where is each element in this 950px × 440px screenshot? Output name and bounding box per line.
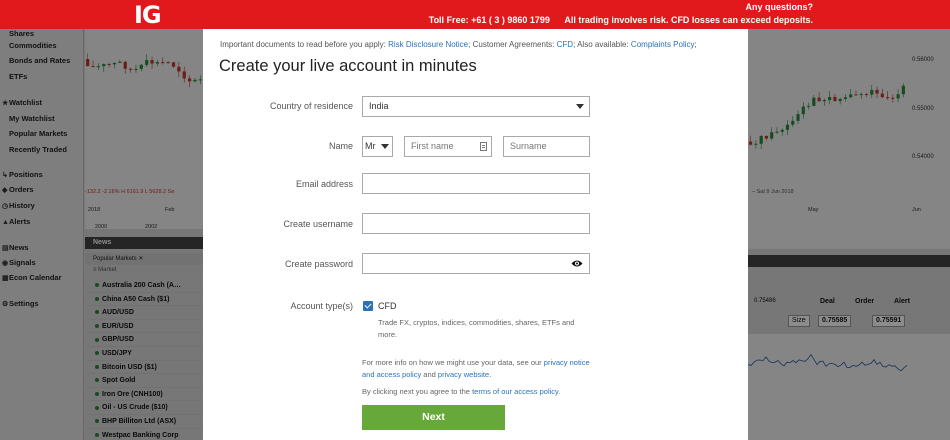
privacy-info: For more info on how we might use your d… [362,357,602,380]
chevron-down-icon [576,104,584,109]
any-questions-text: Any questions? [745,2,813,12]
email-field[interactable] [362,173,590,194]
cfd-checkbox[interactable] [363,301,373,311]
username-label: Create username [283,219,353,229]
surname-placeholder: Surname [510,141,547,151]
separator: ; [694,40,697,49]
important-documents: Important documents to read before you a… [220,40,697,49]
toll-free-number: Toll Free: +61 ( 3 ) 9860 1799 [428,15,550,25]
eye-icon[interactable] [571,259,583,268]
agreements-text: ; Customer Agreements: [468,40,555,49]
surname-field[interactable]: Surname [503,136,590,157]
cfd-agreement-link[interactable]: CFD [557,40,573,49]
contact-line: Toll Free: +61 ( 3 ) 9860 1799 All tradi… [429,15,813,25]
title-value: Mr [365,141,376,151]
account-type-label: Account type(s) [290,301,353,311]
next-button[interactable]: Next [362,405,505,430]
privacy-info-text: For more info on how we might use your d… [362,358,542,367]
country-select[interactable]: India [362,96,590,117]
email-label: Email address [295,179,353,189]
privacy-website-link[interactable]: privacy website [438,370,489,379]
and-text: and [423,369,436,379]
also-available-text: ; Also available: [573,40,629,49]
cfd-option-label[interactable]: CFD [378,301,397,311]
important-text: Important documents to read before you a… [220,40,386,49]
terms-link[interactable]: terms of our access policy [472,387,558,396]
country-label: Country of residence [269,101,353,111]
risk-disclosure-link[interactable]: Risk Disclosure Notice [388,40,468,49]
ig-logo[interactable]: IG [134,1,162,29]
period: . [489,369,492,379]
title-select[interactable]: Mr [362,136,393,157]
first-name-field[interactable]: First name [404,136,492,157]
period: . [558,387,561,396]
terms-info: By clicking next you agree to the terms … [362,386,602,398]
username-field[interactable] [362,213,590,234]
country-value: India [369,101,389,111]
password-field[interactable] [362,253,590,274]
page-title: Create your live account in minutes [219,57,477,75]
first-name-placeholder: First name [411,141,454,151]
cfd-description: Trade FX, cryptos, indices, commodities,… [378,318,575,339]
password-label: Create password [284,259,353,269]
name-label: Name [328,141,353,151]
risk-warning: All trading involves risk. CFD losses ca… [564,15,813,25]
terms-text: By clicking next you agree to the [362,387,470,396]
top-bar: IG Any questions? Toll Free: +61 ( 3 ) 9… [0,0,950,29]
contact-card-icon [480,142,487,151]
chevron-down-icon [381,144,389,149]
account-signup-modal: Important documents to read before you a… [203,29,748,440]
complaints-policy-link[interactable]: Complaints Policy [631,40,695,49]
